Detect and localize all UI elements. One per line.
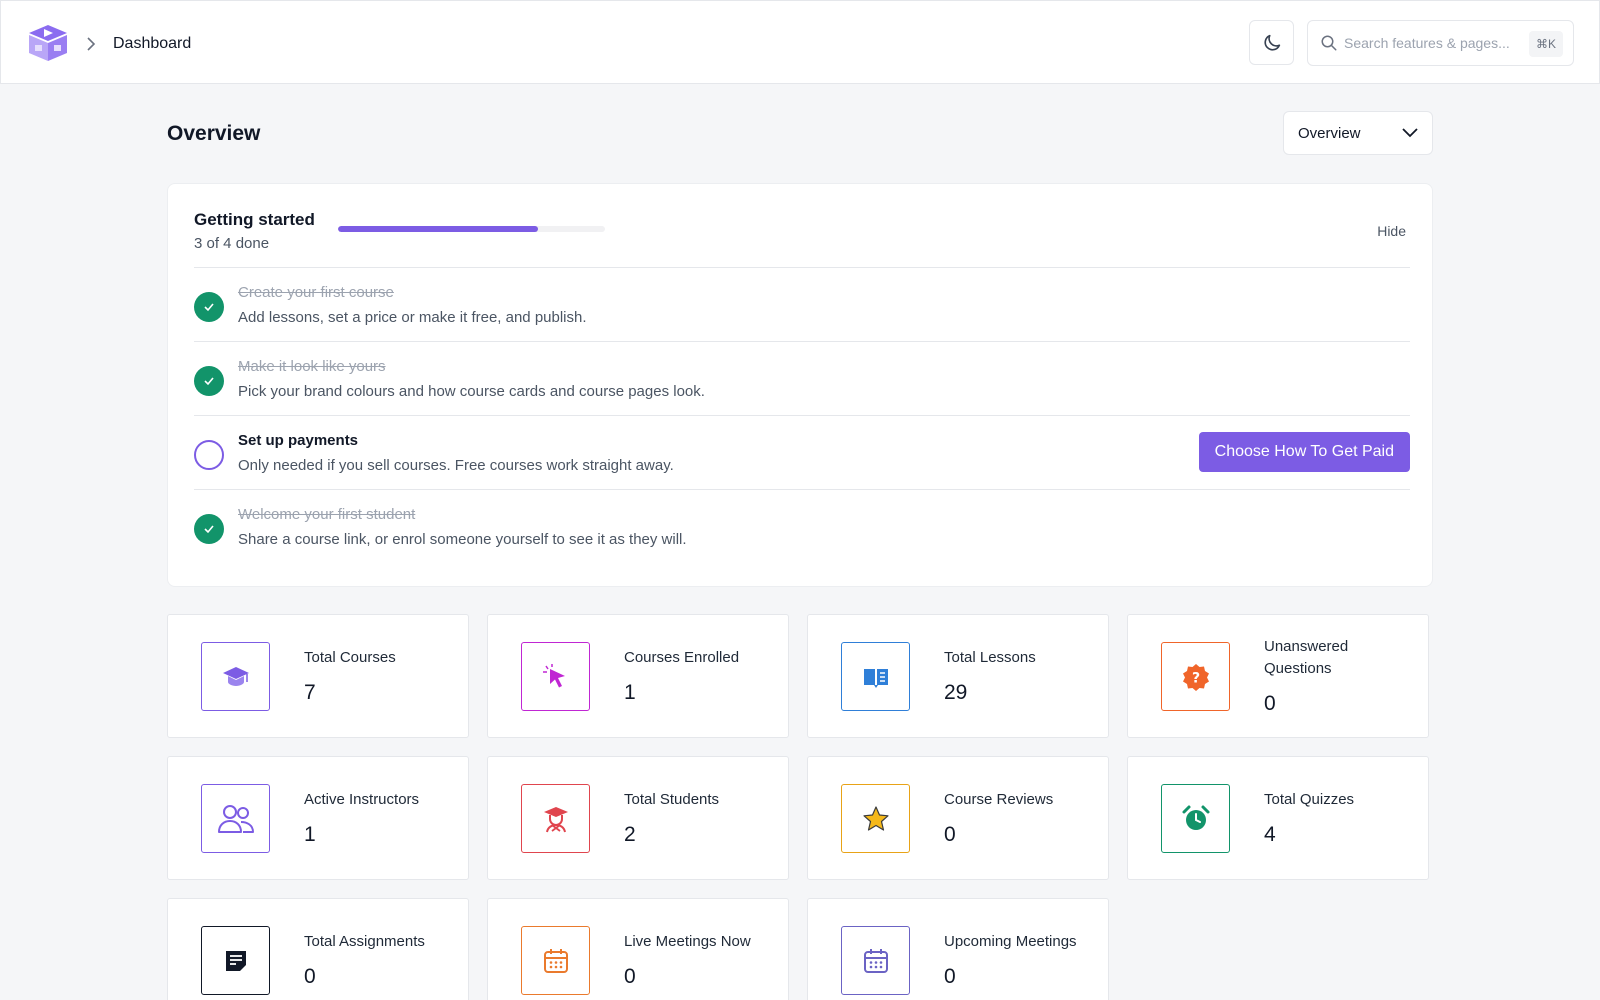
stat-label: Active Instructors (304, 791, 420, 808)
stat-card-live-meetings-now[interactable]: Live Meetings Now 0 (487, 898, 789, 1000)
stat-value: 0 (624, 965, 636, 988)
search-shortcut-badge: ⌘K (1528, 31, 1563, 57)
step-title: Welcome your first student (238, 506, 416, 523)
step-description: Share a course link, or enrol someone yo… (238, 531, 687, 548)
book-open-icon (841, 642, 910, 711)
graduation-cap-icon (201, 642, 270, 711)
stat-label: Total Lessons (944, 649, 1036, 666)
top-bar: Dashboard ⌘K (0, 0, 1600, 84)
step-complete-check-icon (194, 292, 224, 322)
chevron-right-icon (87, 37, 96, 51)
step-description: Only needed if you sell courses. Free co… (238, 457, 674, 474)
page-title: Overview (167, 122, 261, 145)
star-icon (841, 784, 910, 853)
stat-value: 4 (1264, 823, 1276, 846)
stat-value: 7 (304, 681, 316, 704)
stat-value: 0 (1264, 692, 1276, 715)
getting-started-card: Getting started 3 of 4 done Hide Create … (167, 183, 1433, 587)
view-select-dropdown[interactable]: Overview (1283, 111, 1433, 155)
stat-card-course-reviews[interactable]: Course Reviews 0 (807, 756, 1109, 880)
step-description: Add lessons, set a price or make it free… (238, 309, 587, 326)
step-create-course: Create your first course Add lessons, se… (194, 267, 1410, 341)
stat-card-upcoming-meetings[interactable]: Upcoming Meetings 0 (807, 898, 1109, 1000)
stat-label: Course Reviews (944, 791, 1054, 808)
assignment-icon (201, 926, 270, 995)
step-first-student: Welcome your first student Share a cours… (194, 489, 1410, 563)
stat-card-courses-enrolled[interactable]: Courses Enrolled 1 (487, 614, 789, 738)
stat-card-total-students[interactable]: Total Students 2 (487, 756, 789, 880)
moon-icon (1263, 34, 1280, 51)
stat-label: Upcoming Meetings (944, 933, 1077, 950)
stat-label: Unanswered Questions (1264, 638, 1349, 677)
stat-label: Courses Enrolled (624, 649, 740, 666)
choose-how-to-get-paid-button[interactable]: Choose How To Get Paid (1198, 432, 1410, 472)
chevron-down-icon (1402, 128, 1418, 138)
stat-label: Total Quizzes (1264, 791, 1355, 808)
stat-value: 1 (304, 823, 316, 846)
stat-value: 29 (944, 681, 968, 704)
stat-card-active-instructors[interactable]: Active Instructors 1 (167, 756, 469, 880)
step-title: Make it look like yours (238, 358, 386, 375)
stat-value: 0 (304, 965, 316, 988)
step-description: Pick your brand colours and how course c… (238, 383, 705, 400)
view-select-value: Overview (1298, 124, 1361, 142)
question-badge-icon: ? (1161, 642, 1230, 711)
step-payments: Set up payments Only needed if you sell … (194, 415, 1410, 489)
stat-card-total-assignments[interactable]: Total Assignments 0 (167, 898, 469, 1000)
getting-started-steps: Create your first course Add lessons, se… (194, 267, 1410, 563)
stat-label: Total Courses (304, 649, 396, 666)
calendar-icon (841, 926, 910, 995)
theme-toggle-button[interactable] (1249, 20, 1294, 65)
step-branding: Make it look like yours Pick your brand … (194, 341, 1410, 415)
stat-card-total-quizzes[interactable]: Total Quizzes 4 (1127, 756, 1429, 880)
stat-value: 0 (944, 823, 956, 846)
stat-label: Live Meetings Now (624, 933, 751, 950)
stat-value: 1 (624, 681, 636, 704)
hide-getting-started-button[interactable]: Hide (1377, 223, 1406, 239)
step-complete-check-icon (194, 366, 224, 396)
stat-value: 2 (624, 823, 636, 846)
search-box[interactable]: ⌘K (1307, 20, 1574, 66)
getting-started-progress-text: 3 of 4 done (194, 235, 270, 252)
getting-started-progress-bar (338, 226, 605, 232)
step-complete-check-icon (194, 514, 224, 544)
stat-card-total-courses[interactable]: Total Courses 7 (167, 614, 469, 738)
cursor-click-icon (521, 642, 590, 711)
stat-value: 0 (944, 965, 956, 988)
progress-bar-fill (338, 226, 539, 232)
svg-text:?: ? (1191, 670, 1199, 686)
step-title: Set up payments (238, 432, 359, 449)
step-incomplete-circle-icon (194, 440, 224, 470)
search-icon (1321, 35, 1337, 51)
app-logo-icon[interactable] (27, 23, 69, 63)
calendar-icon (521, 926, 590, 995)
breadcrumb-current[interactable]: Dashboard (113, 35, 191, 53)
getting-started-title: Getting started (194, 210, 315, 229)
stat-card-unanswered-questions[interactable]: ? Unanswered Questions 0 (1127, 614, 1429, 738)
step-title: Create your first course (238, 284, 394, 301)
alarm-clock-icon (1161, 784, 1230, 853)
student-icon (521, 784, 590, 853)
stat-label: Total Assignments (304, 933, 425, 950)
users-icon (201, 784, 270, 853)
search-input[interactable] (1344, 35, 1524, 51)
stat-label: Total Students (624, 791, 720, 808)
stat-card-total-lessons[interactable]: Total Lessons 29 (807, 614, 1109, 738)
